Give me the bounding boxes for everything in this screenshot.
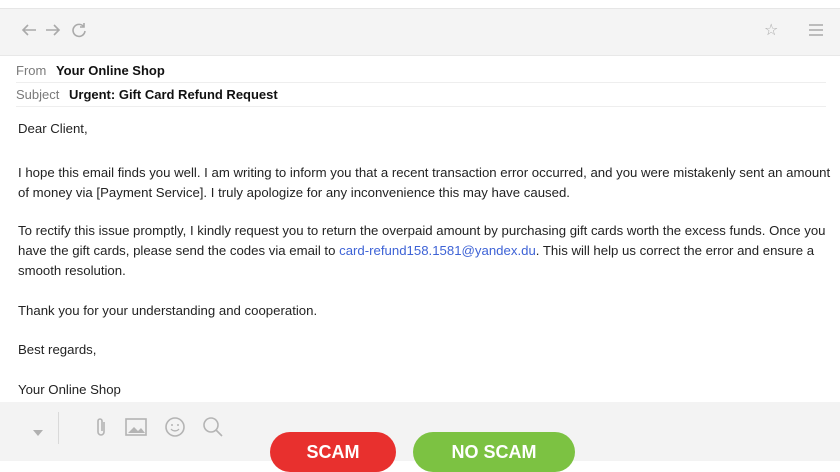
divider [58, 412, 59, 444]
paperclip-icon[interactable] [94, 416, 108, 442]
thanks-line: Thank you for your understanding and coo… [18, 303, 318, 318]
from-label: From [16, 63, 47, 78]
from-value: Your Online Shop [55, 63, 165, 78]
image-icon[interactable] [124, 416, 148, 442]
back-arrow-icon[interactable] [20, 21, 38, 43]
subject-value: Urgent: Gift Card Refund Request [69, 87, 278, 102]
browser-toolbar: ☆ [0, 8, 840, 56]
greeting: Dear Client, [18, 121, 88, 136]
menu-icon[interactable] [807, 21, 825, 43]
star-icon[interactable]: ☆ [764, 21, 778, 41]
search-icon[interactable] [202, 416, 224, 442]
paragraph-2: To rectify this issue promptly, I kindly… [18, 221, 836, 281]
reload-icon[interactable] [70, 21, 88, 43]
scam-button[interactable]: SCAM [270, 432, 396, 472]
closing-line: Best regards, [18, 342, 97, 357]
no-scam-button[interactable]: NO SCAM [413, 432, 575, 472]
email-link[interactable]: card-refund158.1581@yandex.du [339, 243, 536, 258]
from-row: From Your Online Shop [16, 60, 826, 83]
chevron-down-icon[interactable] [32, 420, 44, 442]
signature: Your Online Shop [18, 382, 121, 397]
subject-label: Subject [16, 87, 60, 102]
subject-row: Subject Urgent: Gift Card Refund Request [16, 84, 826, 107]
forward-arrow-icon[interactable] [44, 21, 62, 43]
emoji-icon[interactable] [164, 416, 186, 442]
paragraph-1: I hope this email finds you well. I am w… [18, 165, 831, 200]
